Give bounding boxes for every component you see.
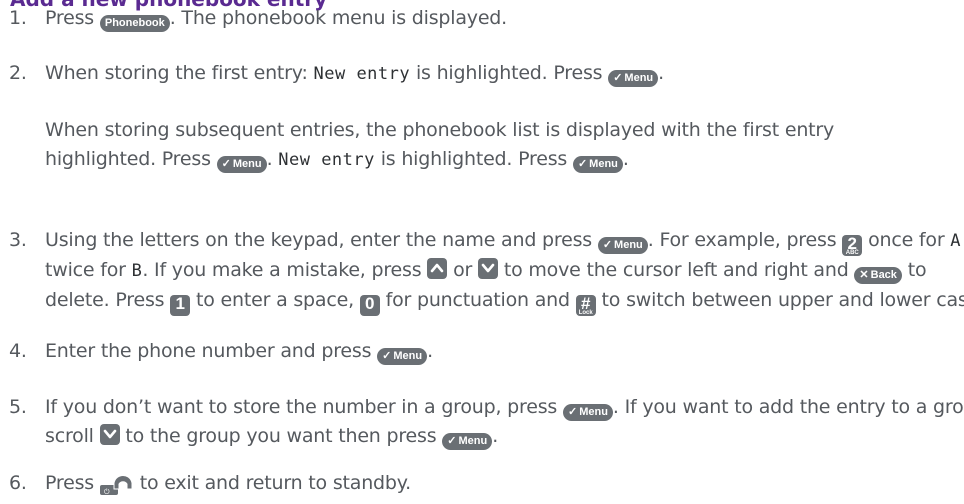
step-2-subsequent: When storing subsequent entries, the pho… <box>45 116 950 175</box>
step-3: 3. Using the letters on the keypad, enter… <box>9 226 964 316</box>
lcd-letter-b: B <box>131 261 143 281</box>
svg-text:⏻: ⏻ <box>104 488 110 495</box>
menu-ok-button-icon: ✓ Menu <box>562 404 613 421</box>
step-number: 3. <box>9 229 27 251</box>
menu-ok-button-icon: ✓ Menu <box>377 348 428 365</box>
phonebook-button-icon: Phonebook <box>99 15 170 32</box>
step-6: 6. Press ⏻ to exit and return to standby. <box>9 469 964 498</box>
step-number: 5. <box>9 396 27 418</box>
menu-ok-button-icon: ✓ Menu <box>572 156 623 173</box>
step-number: 2. <box>9 62 27 84</box>
step-number: 1. <box>9 7 27 29</box>
menu-ok-button-icon: ✓ Menu <box>597 237 648 254</box>
step-4: 4. Enter the phone number and press ✓ Menu… <box>9 337 964 366</box>
lcd-letter-a: A <box>950 231 962 251</box>
down-arrow-button-icon <box>99 424 120 445</box>
menu-ok-button-icon: ✓ Menu <box>608 70 659 87</box>
key-hash-lock-icon: # Lock <box>575 295 596 316</box>
step-number: 6. <box>9 472 27 494</box>
step-5: 5. If you don’t want to store the number … <box>9 393 964 451</box>
menu-ok-button-icon: ✓ Menu <box>442 433 493 450</box>
step-number: 4. <box>9 340 27 362</box>
key-0-icon: 0 <box>359 295 380 316</box>
lcd-text-new-entry: New entry <box>278 150 375 170</box>
menu-ok-button-icon: ✓ Menu <box>216 156 267 173</box>
end-call-handset-icon: ⏻ <box>99 469 134 496</box>
step-2: 2. When storing the first entry: New entr… <box>9 59 964 89</box>
lcd-text-new-entry: New entry <box>313 64 411 84</box>
key-2-abc-icon: 2 ABC <box>842 235 863 256</box>
back-delete-button-icon: ✕ Back <box>854 267 902 284</box>
up-arrow-button-icon <box>427 258 448 279</box>
step-1: 1. Press Phonebook. The phonebook menu is… <box>9 4 964 33</box>
down-arrow-button-icon <box>477 258 498 279</box>
key-1-icon: 1 <box>170 295 191 316</box>
